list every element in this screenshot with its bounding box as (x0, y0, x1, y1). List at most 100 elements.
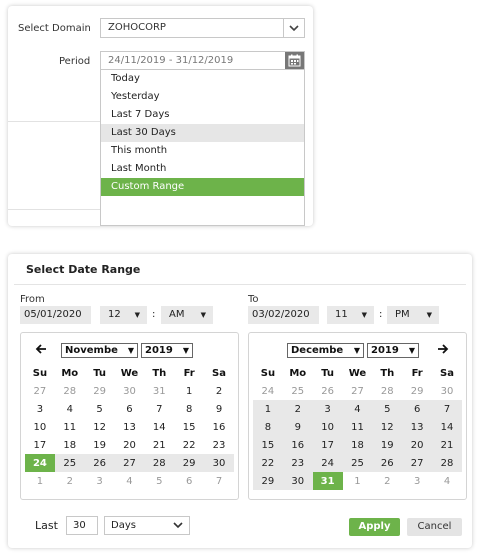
period-option-custom-range[interactable]: Custom Range (101, 178, 304, 196)
calendar-day[interactable]: 25 (54, 454, 85, 472)
calendar-day[interactable]: 3 (25, 400, 55, 418)
calendar-day[interactable]: 4 (342, 400, 373, 418)
calendar-day-selected[interactable]: 31 (312, 472, 343, 490)
calendar-day[interactable]: 22 (174, 436, 204, 454)
calendar-day[interactable]: 25 (283, 382, 313, 400)
calendar-day[interactable]: 28 (144, 454, 175, 472)
calendar-day[interactable]: 30 (115, 382, 145, 400)
calendar-day[interactable]: 3 (85, 472, 115, 490)
calendar-day[interactable]: 11 (55, 418, 85, 436)
calendar-day[interactable]: 17 (312, 436, 343, 454)
from-hour-select[interactable]: 12 ▼ (100, 306, 147, 324)
calendar-day[interactable]: 29 (253, 472, 283, 490)
calendar-day[interactable]: 2 (204, 382, 234, 400)
calendar-day[interactable]: 19 (372, 436, 403, 454)
last-unit-select[interactable]: Days (104, 516, 190, 535)
calendar-day[interactable]: 4 (432, 472, 462, 490)
calendar-day[interactable]: 3 (402, 472, 432, 490)
calendar-day[interactable]: 14 (144, 418, 174, 436)
calendar-day[interactable]: 23 (204, 436, 234, 454)
calendar-day[interactable]: 20 (402, 436, 433, 454)
calendar-day[interactable]: 1 (174, 382, 204, 400)
calendar-day[interactable]: 21 (432, 436, 462, 454)
calendar-day[interactable]: 23 (282, 454, 313, 472)
apply-button[interactable]: Apply (349, 518, 400, 536)
calendar-day[interactable]: 27 (402, 454, 433, 472)
calendar-day[interactable]: 26 (84, 454, 115, 472)
calendar-day[interactable]: 17 (25, 436, 55, 454)
period-option-today[interactable]: Today (101, 70, 304, 88)
calendar-day[interactable]: 5 (144, 472, 174, 490)
calendar-day[interactable]: 30 (204, 454, 234, 472)
cancel-button[interactable]: Cancel (407, 518, 462, 536)
month-select[interactable]: Novembe ▼ (61, 343, 138, 358)
calendar-day-selected[interactable]: 24 (25, 454, 55, 472)
to-hour-select[interactable]: 11 ▼ (327, 306, 374, 324)
calendar-day[interactable]: 5 (85, 400, 115, 418)
calendar-day[interactable]: 6 (174, 472, 204, 490)
calendar-day[interactable]: 8 (174, 400, 204, 418)
calendar-day[interactable]: 28 (372, 382, 402, 400)
calendar-day[interactable]: 19 (85, 436, 115, 454)
calendar-day[interactable]: 20 (115, 436, 145, 454)
calendar-day[interactable]: 18 (342, 436, 373, 454)
calendar-day[interactable]: 7 (144, 400, 174, 418)
calendar-day[interactable]: 9 (282, 418, 313, 436)
calendar-day[interactable]: 6 (115, 400, 145, 418)
calendar-day[interactable]: 28 (55, 382, 85, 400)
year-select[interactable]: 2019 ▼ (141, 343, 193, 358)
calendar-day[interactable]: 7 (432, 400, 462, 418)
calendar-day[interactable]: 27 (343, 382, 373, 400)
calendar-day[interactable]: 7 (204, 472, 234, 490)
calendar-day[interactable]: 15 (174, 418, 204, 436)
calendar-day[interactable]: 12 (372, 418, 403, 436)
calendar-day[interactable]: 4 (55, 400, 85, 418)
period-option-last-month[interactable]: Last Month (101, 160, 304, 178)
period-option-this-month[interactable]: This month (101, 142, 304, 160)
calendar-day[interactable]: 16 (282, 436, 313, 454)
calendar-day[interactable]: 24 (312, 454, 343, 472)
calendar-day[interactable]: 29 (85, 382, 115, 400)
calendar-day[interactable]: 16 (204, 418, 234, 436)
prev-month-arrow-icon[interactable] (35, 339, 47, 359)
calendar-day[interactable]: 29 (174, 454, 205, 472)
to-date-input[interactable]: 03/02/2020 (248, 306, 319, 324)
calendar-day[interactable]: 2 (282, 400, 313, 418)
calendar-day[interactable]: 27 (114, 454, 145, 472)
last-count-input[interactable]: 30 (66, 516, 98, 535)
calendar-day[interactable]: 28 (432, 454, 462, 472)
calendar-day[interactable]: 13 (402, 418, 433, 436)
period-option-last-7-days[interactable]: Last 7 Days (101, 106, 304, 124)
domain-select[interactable]: ZOHOCORP (100, 18, 305, 38)
from-date-input[interactable]: 05/01/2020 (20, 306, 91, 324)
calendar-day[interactable]: 10 (25, 418, 55, 436)
calendar-day[interactable]: 31 (144, 382, 174, 400)
calendar-day[interactable]: 2 (372, 472, 402, 490)
calendar-day[interactable]: 10 (312, 418, 343, 436)
next-month-arrow-icon[interactable] (437, 339, 449, 359)
calendar-day[interactable]: 1 (343, 472, 373, 490)
calendar-day[interactable]: 14 (432, 418, 462, 436)
calendar-day[interactable]: 3 (312, 400, 343, 418)
calendar-day[interactable]: 27 (25, 382, 55, 400)
calendar-day[interactable]: 9 (204, 400, 234, 418)
from-ampm-select[interactable]: AM ▼ (161, 306, 213, 324)
calendar-day[interactable]: 22 (253, 454, 283, 472)
calendar-day[interactable]: 2 (55, 472, 85, 490)
calendar-day[interactable]: 21 (144, 436, 174, 454)
calendar-day[interactable]: 30 (282, 472, 313, 490)
month-select[interactable]: Decembe ▼ (287, 343, 364, 358)
calendar-icon[interactable] (285, 52, 304, 69)
year-select[interactable]: 2019 ▼ (367, 343, 419, 358)
calendar-day[interactable]: 30 (432, 382, 462, 400)
period-option-last-30-days[interactable]: Last 30 Days (101, 124, 304, 142)
calendar-day[interactable]: 13 (115, 418, 145, 436)
calendar-day[interactable]: 29 (402, 382, 432, 400)
calendar-day[interactable]: 4 (115, 472, 145, 490)
calendar-day[interactable]: 6 (402, 400, 433, 418)
calendar-day[interactable]: 26 (372, 454, 403, 472)
calendar-day[interactable]: 5 (372, 400, 403, 418)
calendar-day[interactable]: 25 (342, 454, 373, 472)
calendar-day[interactable]: 24 (253, 382, 283, 400)
calendar-day[interactable]: 8 (253, 418, 283, 436)
